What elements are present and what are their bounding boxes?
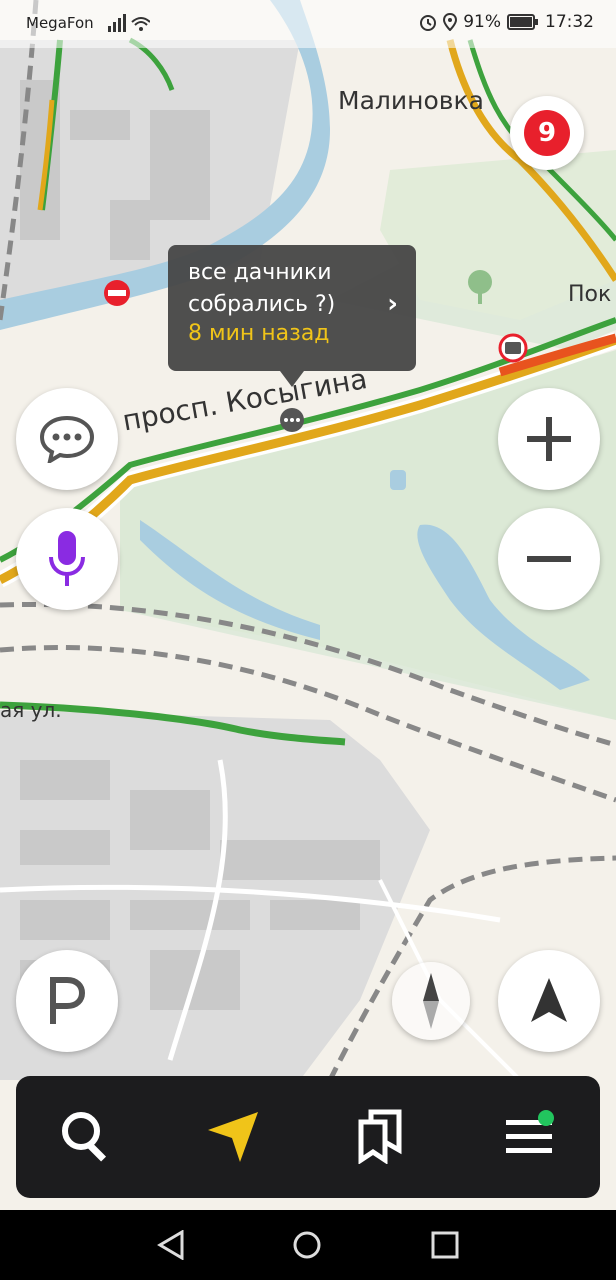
battery-percent: 91% — [463, 12, 501, 32]
voice-button[interactable] — [16, 508, 118, 610]
compass-icon — [423, 973, 439, 1029]
menu-button[interactable] — [498, 1106, 558, 1166]
alarm-icon — [420, 15, 437, 31]
my-location-button[interactable] — [498, 950, 600, 1052]
bottom-navigation — [16, 1076, 600, 1198]
popup-message: все дачники собрались ?) — [188, 260, 336, 317]
status-bar: MegaFon 91% 17:32 — [0, 0, 616, 48]
street-label: ая ул. — [0, 698, 62, 722]
chat-bubble-icon — [39, 415, 95, 463]
district-label: Малиновка — [338, 86, 484, 115]
edge-label: Пок — [568, 282, 612, 307]
status-right: 91% 17:32 — [419, 12, 594, 32]
route-arrow-icon — [208, 1112, 258, 1162]
zoom-out-button[interactable] — [498, 508, 600, 610]
traffic-level-value: 9 — [524, 110, 570, 156]
navigation-arrow-icon — [531, 978, 567, 1022]
signal-wifi-icon — [108, 14, 150, 32]
battery-icon — [507, 14, 538, 30]
plus-icon — [527, 417, 571, 461]
parking-icon — [50, 977, 86, 1024]
popup-time: 8 мин назад — [188, 321, 330, 346]
bookmarks-icon — [358, 1109, 402, 1164]
compass-button[interactable] — [392, 962, 470, 1040]
chevron-right-icon: › — [387, 289, 398, 319]
system-navigation-bar — [0, 1210, 616, 1280]
bookmarks-button[interactable] — [350, 1106, 410, 1166]
search-icon — [62, 1112, 107, 1162]
parking-button[interactable] — [16, 950, 118, 1052]
clock: 17:32 — [545, 12, 594, 32]
home-icon[interactable] — [292, 1230, 322, 1260]
minus-icon — [527, 556, 571, 562]
traffic-level-button[interactable]: 9 — [510, 96, 584, 170]
back-icon[interactable] — [156, 1230, 186, 1260]
route-button[interactable] — [202, 1106, 262, 1166]
recents-icon[interactable] — [430, 1230, 460, 1260]
carrier-label: MegaFon — [26, 14, 94, 32]
search-button[interactable] — [56, 1106, 116, 1166]
zoom-in-button[interactable] — [498, 388, 600, 490]
chat-popup[interactable]: все дачники собрались ?) 8 мин назад › — [168, 245, 416, 387]
location-icon — [443, 13, 458, 31]
menu-icon — [506, 1110, 554, 1153]
notification-dot-icon — [538, 1110, 554, 1126]
microphone-icon — [49, 531, 85, 586]
chat-button[interactable] — [16, 388, 118, 490]
